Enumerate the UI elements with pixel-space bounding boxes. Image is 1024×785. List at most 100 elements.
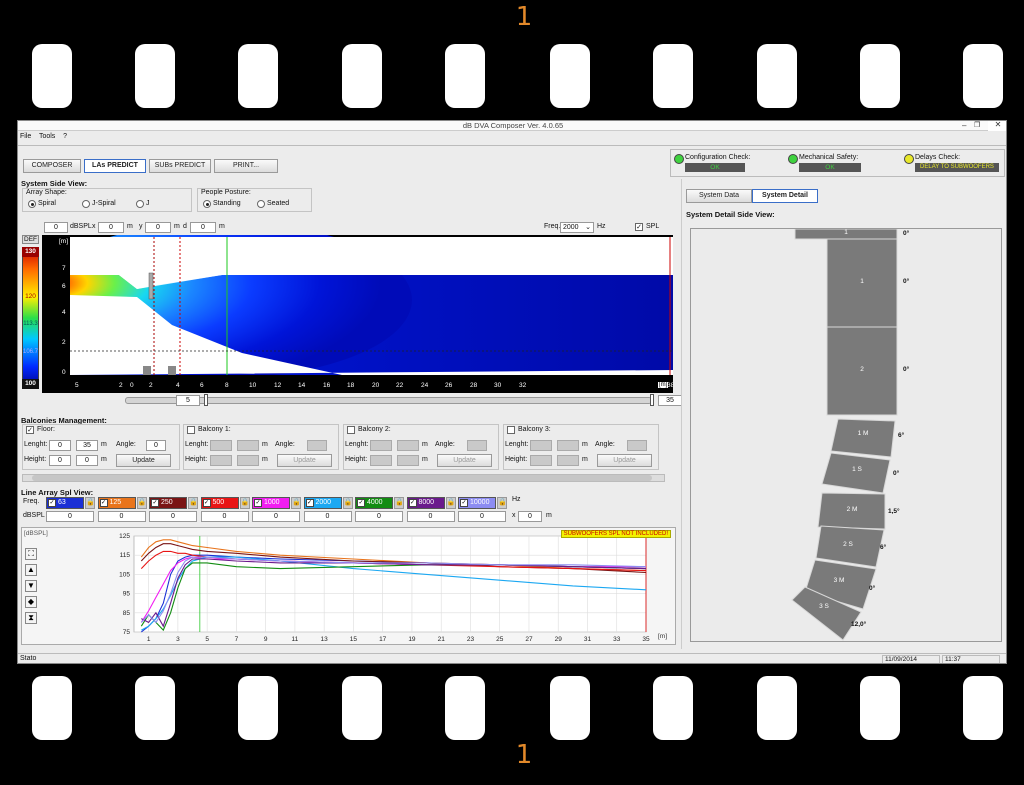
b1-lenght-b-input[interactable] <box>237 440 259 451</box>
b3-label: Balcony 3: <box>518 426 551 433</box>
b3-update-button[interactable]: Update <box>597 454 652 467</box>
band-checkbox[interactable]: ✓ <box>151 499 159 507</box>
b3-angle-input[interactable] <box>627 440 647 451</box>
frequency-band-toggle[interactable]: ✓ 2000 <box>303 497 342 509</box>
b2-lenght-a-input[interactable] <box>370 440 392 451</box>
b2-lenght-b-input[interactable] <box>397 440 419 451</box>
band-dbspl-input[interactable]: 0 <box>252 511 300 522</box>
b1-lenght-a-input[interactable] <box>210 440 232 451</box>
menu-help[interactable]: ? <box>63 133 67 140</box>
lock-icon[interactable]: 🔒 <box>445 497 456 509</box>
band-dbspl-input[interactable]: 0 <box>458 511 506 522</box>
frequency-band-toggle[interactable]: ✓ 10000 <box>458 497 496 509</box>
floor-height-a-input[interactable]: 0 <box>49 455 71 466</box>
floor-checkbox[interactable]: ✓ <box>26 426 34 434</box>
b3-lenght-a-input[interactable] <box>530 440 552 451</box>
b2-height-b-input[interactable] <box>397 455 419 466</box>
posture-standing-radio[interactable] <box>203 200 211 208</box>
posture-standing-label: Standing <box>213 200 241 207</box>
band-dbspl-input[interactable]: 0 <box>355 511 403 522</box>
slider-max-input[interactable]: 35 <box>658 395 682 406</box>
band-dbspl-input[interactable]: 0 <box>406 511 455 522</box>
b2-height-a-input[interactable] <box>370 455 392 466</box>
spl-x-input[interactable]: 0 <box>518 511 542 522</box>
b2-checkbox[interactable] <box>347 426 355 434</box>
tab-system-data[interactable]: System Data <box>686 189 752 203</box>
d-input[interactable]: 0 <box>190 222 216 233</box>
x-input[interactable]: 0 <box>98 222 124 233</box>
restore-icon[interactable]: ❐ <box>974 121 980 130</box>
lock-icon[interactable]: 🔒 <box>394 497 404 509</box>
floor-height-b-input[interactable]: 0 <box>76 455 98 466</box>
b3-lenght-b-input[interactable] <box>557 440 579 451</box>
b1-checkbox[interactable] <box>187 426 195 434</box>
frequency-band-toggle[interactable]: ✓ 63 <box>46 497 84 509</box>
band-checkbox[interactable]: ✓ <box>48 499 56 507</box>
tab-las-predict[interactable]: LAs PREDICT <box>84 159 146 173</box>
floor-lenght-a-input[interactable]: 0 <box>49 440 71 451</box>
floor-update-button[interactable]: Update <box>116 454 171 467</box>
shape-spiral-radio[interactable] <box>28 200 36 208</box>
band-checkbox[interactable]: ✓ <box>357 499 365 507</box>
shape-j-radio[interactable] <box>136 200 144 208</box>
range-slider-thumb-right[interactable] <box>650 394 654 406</box>
frequency-band-toggle[interactable]: ✓ 125 <box>97 497 136 509</box>
spl-checkbox[interactable]: ✓ <box>635 223 643 231</box>
band-dbspl-input[interactable]: 0 <box>149 511 197 522</box>
tab-subs-predict[interactable]: SUBs PREDICT <box>149 159 211 173</box>
posture-seated-radio[interactable] <box>257 200 265 208</box>
dbspl-input[interactable]: 0 <box>44 222 68 233</box>
close-icon[interactable]: ✕ <box>988 121 1006 131</box>
frequency-band-toggle[interactable]: ✓ 8000 <box>406 497 445 509</box>
floor-lenght-b-input[interactable]: 35 <box>76 440 98 451</box>
freq-select[interactable]: 2000 ⌄ <box>560 222 594 233</box>
b3-height-b-input[interactable] <box>557 455 579 466</box>
lock-icon[interactable]: 🔒 <box>239 497 250 509</box>
frequency-band-toggle[interactable]: ✓ 1000 <box>252 497 290 509</box>
b1-height-a-input[interactable] <box>210 455 232 466</box>
minimize-icon[interactable]: – <box>962 121 966 130</box>
slider-min-input[interactable]: 5 <box>176 395 200 406</box>
frequency-band-toggle[interactable]: ✓ 250 <box>149 497 187 509</box>
floor-angle-input[interactable]: 0 <box>146 440 166 451</box>
b2-angle-input[interactable] <box>467 440 487 451</box>
y-input[interactable]: 0 <box>145 222 171 233</box>
speaker-box[interactable] <box>830 418 896 458</box>
def-button[interactable]: DEF <box>22 235 39 244</box>
shape-jspiral-radio[interactable] <box>82 200 90 208</box>
tab-composer[interactable]: COMPOSER <box>23 159 81 173</box>
band-checkbox[interactable]: ✓ <box>408 499 417 507</box>
band-checkbox[interactable]: ✓ <box>305 499 314 507</box>
band-checkbox[interactable]: ✓ <box>99 499 108 507</box>
frequency-band-toggle[interactable]: ✓ 500 <box>200 497 239 509</box>
speaker-box[interactable] <box>821 452 891 494</box>
b1-angle-label: Angle: <box>275 441 295 448</box>
lock-icon[interactable]: 🔒 <box>291 497 301 509</box>
tab-system-detail[interactable]: System Detail <box>752 189 818 203</box>
lock-icon[interactable]: 🔒 <box>136 497 147 509</box>
tab-print[interactable]: PRINT... <box>214 159 278 173</box>
b1-angle-input[interactable] <box>307 440 327 451</box>
frequency-band-toggle[interactable]: ✓ 4000 <box>355 497 393 509</box>
b3-checkbox[interactable] <box>507 426 515 434</box>
band-dbspl-input[interactable]: 0 <box>97 511 146 522</box>
detail-title: System Detail Side View: <box>686 210 775 219</box>
lock-icon[interactable]: 🔒 <box>85 497 95 509</box>
menu-tools[interactable]: Tools <box>39 133 55 140</box>
band-checkbox[interactable]: ✓ <box>254 499 262 507</box>
lock-icon[interactable]: 🔒 <box>342 497 353 509</box>
lock-icon[interactable]: 🔒 <box>497 497 507 509</box>
b2-update-button[interactable]: Update <box>437 454 492 467</box>
lock-icon[interactable]: 🔒 <box>188 497 198 509</box>
band-dbspl-input[interactable]: 0 <box>46 511 94 522</box>
band-dbspl-input[interactable]: 0 <box>200 511 249 522</box>
balcony-scrollbar-thumb[interactable] <box>32 475 652 481</box>
b3-height-a-input[interactable] <box>530 455 552 466</box>
band-checkbox[interactable]: ✓ <box>202 499 211 507</box>
b1-update-button[interactable]: Update <box>277 454 332 467</box>
menu-file[interactable]: File <box>20 133 31 140</box>
range-slider-thumb-left[interactable] <box>204 394 208 406</box>
b1-height-b-input[interactable] <box>237 455 259 466</box>
band-checkbox[interactable]: ✓ <box>460 499 468 507</box>
band-dbspl-input[interactable]: 0 <box>303 511 352 522</box>
